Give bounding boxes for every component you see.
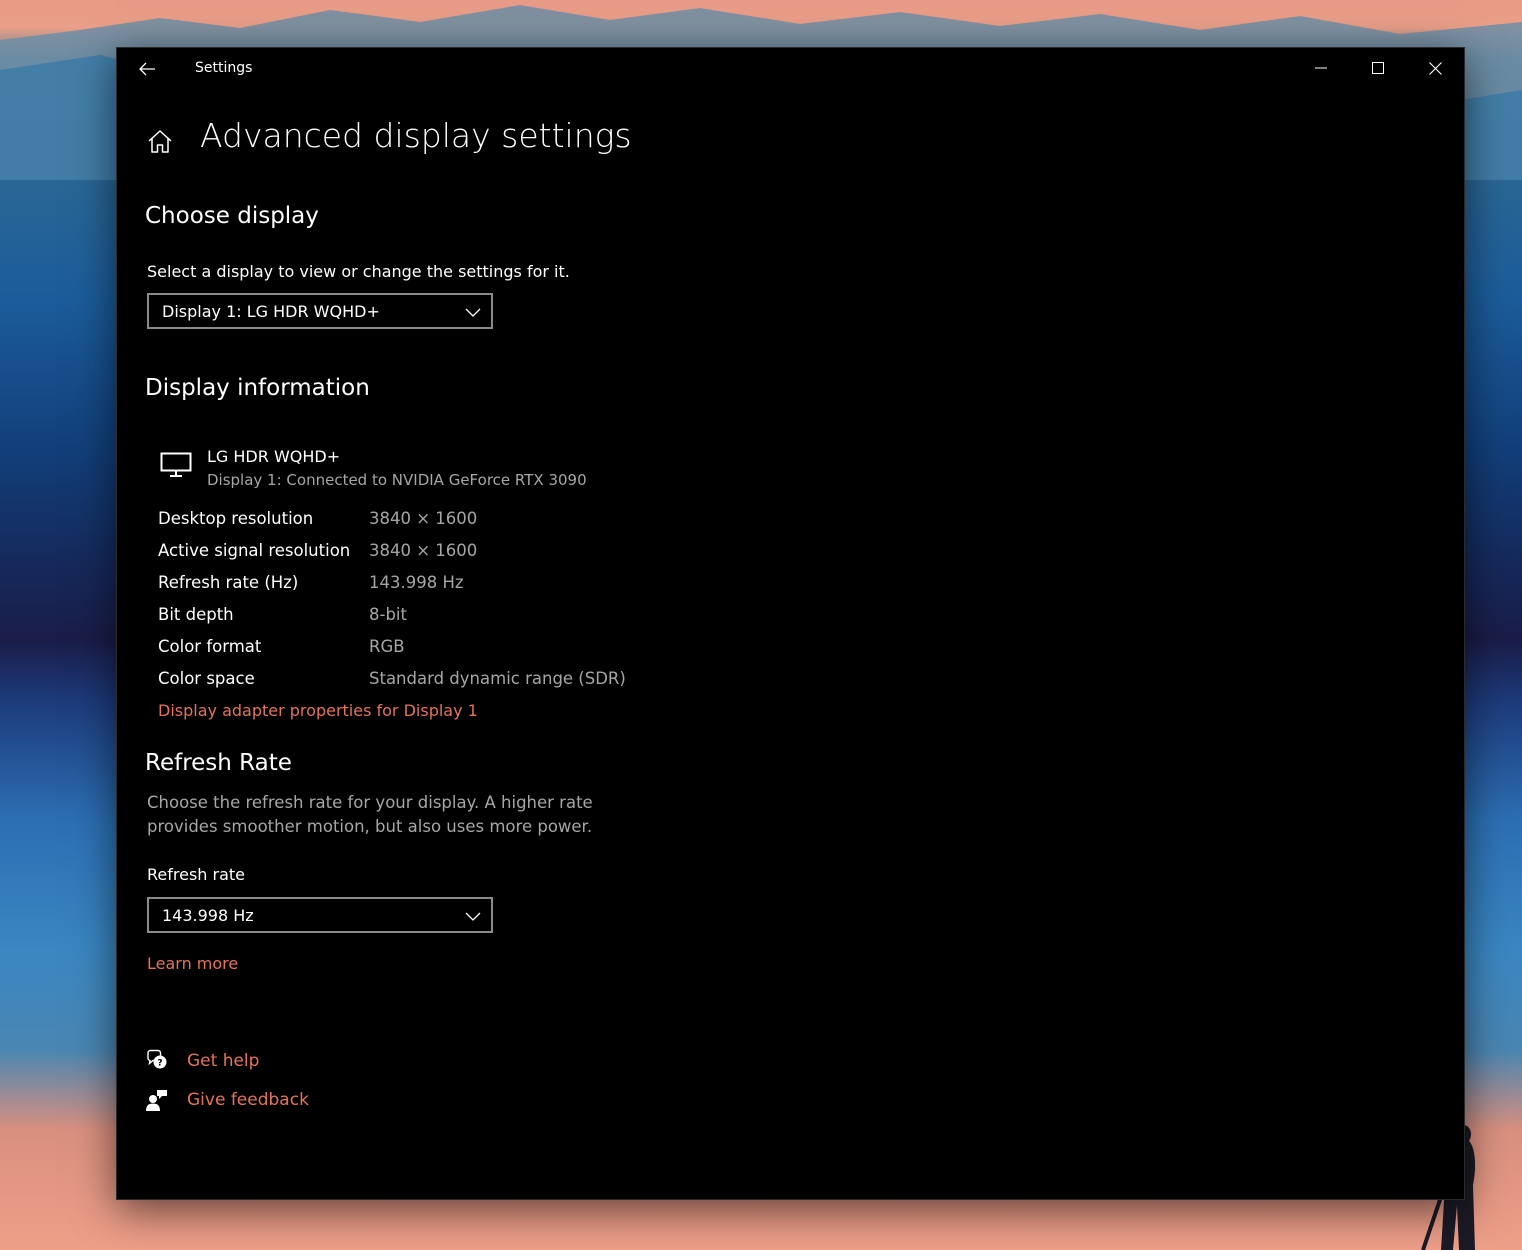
info-value: Standard dynamic range (SDR) [369, 669, 626, 688]
display-select-value: Display 1: LG HDR WQHD+ [162, 302, 380, 321]
close-icon [1428, 61, 1442, 75]
info-value: 8-bit [369, 605, 407, 624]
display-information-heading: Display information [145, 375, 370, 401]
info-value: 3840 × 1600 [369, 509, 478, 528]
refresh-rate-description: Choose the refresh rate for your display… [147, 793, 593, 836]
info-value: 3840 × 1600 [369, 541, 478, 560]
give-feedback-link[interactable]: Give feedback [187, 1090, 309, 1110]
info-row-desktop-resolution: Desktop resolution 3840 × 1600 [158, 509, 678, 533]
chevron-down-icon [465, 912, 481, 921]
info-row-bit-depth: Bit depth 8-bit [158, 605, 678, 629]
minimize-icon [1315, 67, 1327, 69]
refresh-rate-dropdown[interactable]: 143.998 Hz [147, 897, 493, 933]
desktop-wallpaper: Settings Advanced display settings Choos… [0, 0, 1522, 1250]
settings-window: Settings Advanced display settings Choos… [117, 48, 1464, 1199]
choose-display-prompt: Select a display to view or change the s… [147, 262, 570, 281]
back-button[interactable] [127, 50, 167, 88]
feedback-icon [146, 1090, 167, 1111]
info-label: Color format [158, 637, 262, 656]
help-chat-icon: ? [147, 1049, 167, 1069]
maximize-button[interactable] [1355, 48, 1401, 88]
monitor-icon [160, 452, 192, 477]
home-icon[interactable] [146, 128, 174, 156]
svg-text:?: ? [157, 1059, 162, 1069]
info-label: Refresh rate (Hz) [158, 573, 299, 592]
get-help-link[interactable]: Get help [187, 1051, 259, 1071]
info-row-active-signal-resolution: Active signal resolution 3840 × 1600 [158, 541, 678, 565]
learn-more-link[interactable]: Learn more [147, 954, 238, 973]
info-row-refresh-rate: Refresh rate (Hz) 143.998 Hz [158, 573, 678, 597]
maximize-icon [1372, 62, 1384, 74]
chevron-down-icon [465, 308, 481, 317]
back-arrow-icon [139, 62, 155, 76]
info-label: Color space [158, 669, 255, 688]
monitor-name: LG HDR WQHD+ [207, 447, 341, 466]
display-select-dropdown[interactable]: Display 1: LG HDR WQHD+ [147, 293, 493, 329]
page-title: Advanced display settings [200, 116, 632, 155]
refresh-rate-value: 143.998 Hz [162, 906, 254, 925]
info-value: RGB [369, 637, 405, 656]
refresh-rate-heading: Refresh Rate [145, 750, 292, 776]
app-title: Settings [195, 60, 253, 76]
monitor-subtitle: Display 1: Connected to NVIDIA GeForce R… [207, 471, 587, 489]
refresh-rate-field-label: Refresh rate [147, 865, 246, 884]
info-row-color-format: Color format RGB [158, 637, 678, 661]
info-label: Desktop resolution [158, 509, 314, 528]
info-row-color-space: Color space Standard dynamic range (SDR) [158, 669, 678, 693]
info-label: Active signal resolution [158, 541, 351, 560]
close-button[interactable] [1412, 48, 1458, 88]
title-bar: Settings [117, 48, 1464, 90]
info-label: Bit depth [158, 605, 234, 624]
info-value: 143.998 Hz [369, 573, 464, 592]
display-adapter-properties-link[interactable]: Display adapter properties for Display 1 [158, 701, 478, 720]
choose-display-heading: Choose display [145, 203, 319, 229]
minimize-button[interactable] [1298, 48, 1344, 88]
